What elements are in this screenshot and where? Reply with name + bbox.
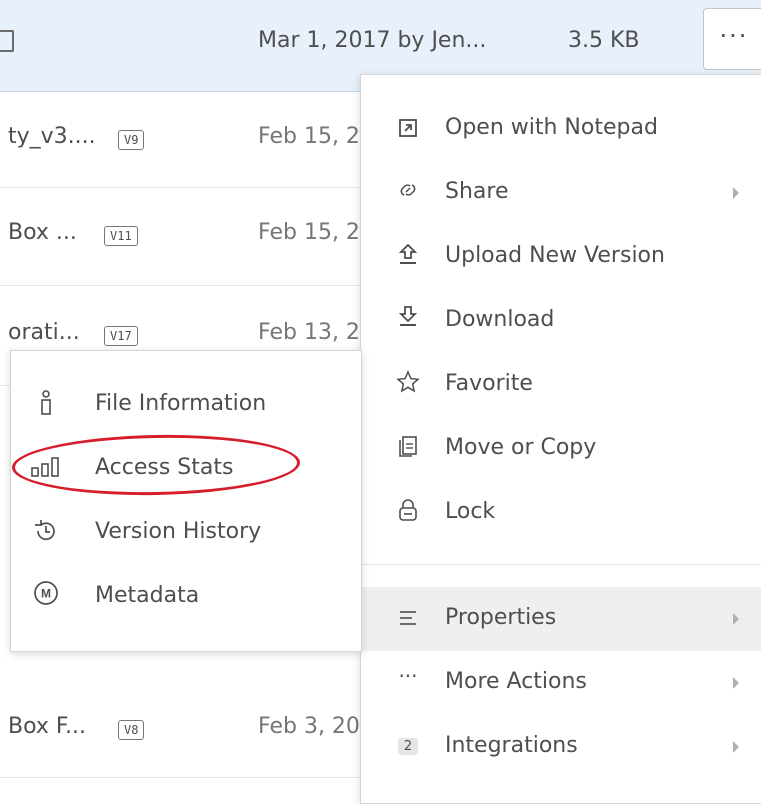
submenu-item-version-history[interactable]: Version History bbox=[11, 499, 361, 563]
menu-item-label: Upload New Version bbox=[445, 243, 665, 268]
integrations-badge: 2 bbox=[395, 733, 421, 759]
file-size: 3.5 KB bbox=[568, 28, 640, 53]
properties-submenu: File Information Access Stats Version Hi… bbox=[10, 350, 362, 652]
file-context-menu: Open with Notepad Share Upload New Versi… bbox=[360, 74, 761, 804]
svg-text:M: M bbox=[41, 587, 51, 601]
menu-item-more-actions[interactable]: ··· More Actions bbox=[361, 651, 761, 713]
properties-icon bbox=[395, 605, 421, 631]
menu-item-label: Lock bbox=[445, 499, 496, 524]
file-name[interactable]: Box F... bbox=[8, 714, 86, 739]
menu-item-move-or-copy[interactable]: Move or Copy bbox=[361, 417, 761, 479]
version-badge[interactable]: V17 bbox=[104, 326, 138, 346]
star-icon bbox=[395, 369, 421, 395]
submenu-item-label: File Information bbox=[95, 391, 267, 416]
chevron-right-icon bbox=[733, 677, 739, 689]
version-badge[interactable]: V9 bbox=[118, 130, 145, 150]
open-external-icon bbox=[395, 115, 421, 141]
menu-item-label: Share bbox=[445, 179, 509, 204]
menu-item-label: More Actions bbox=[445, 669, 587, 694]
menu-item-label: Open with Notepad bbox=[445, 115, 658, 140]
menu-item-integrations[interactable]: 2 Integrations bbox=[361, 715, 761, 777]
chevron-right-icon bbox=[733, 187, 739, 199]
file-name[interactable]: ty_v3.... bbox=[8, 124, 96, 149]
link-icon bbox=[395, 177, 421, 203]
info-icon bbox=[29, 389, 63, 417]
file-name[interactable]: Box ... bbox=[8, 220, 77, 245]
history-icon bbox=[29, 517, 63, 545]
menu-item-share[interactable]: Share bbox=[361, 161, 761, 223]
menu-item-lock[interactable]: Lock bbox=[361, 481, 761, 543]
version-badge[interactable]: V8 bbox=[118, 720, 145, 740]
file-modified: Feb 3, 20 bbox=[258, 714, 360, 739]
menu-item-label: Favorite bbox=[445, 371, 533, 396]
chevron-right-icon bbox=[733, 613, 739, 625]
menu-item-properties[interactable]: Properties bbox=[361, 587, 761, 651]
file-modified: Feb 15, 2 bbox=[258, 220, 360, 245]
menu-item-label: Integrations bbox=[445, 733, 578, 758]
menu-item-label: Download bbox=[445, 307, 555, 332]
menu-item-label: Properties bbox=[445, 605, 557, 630]
file-modified: Feb 13, 2 bbox=[258, 320, 360, 345]
download-icon bbox=[395, 303, 421, 329]
version-badge[interactable]: V11 bbox=[104, 226, 138, 246]
copy-icon bbox=[395, 433, 421, 459]
ellipsis-icon: ··· bbox=[398, 664, 418, 688]
metadata-icon: M bbox=[29, 579, 63, 607]
menu-item-upload-new-version[interactable]: Upload New Version bbox=[361, 225, 761, 287]
file-modified: Mar 1, 2017 by Jen... bbox=[258, 28, 487, 53]
menu-divider bbox=[361, 564, 761, 565]
file-name[interactable]: orati... bbox=[8, 320, 80, 345]
submenu-item-file-information[interactable]: File Information bbox=[11, 371, 361, 435]
menu-item-favorite[interactable]: Favorite bbox=[361, 353, 761, 415]
submenu-item-label: Metadata bbox=[95, 583, 200, 608]
lock-icon bbox=[395, 497, 421, 523]
more-options-button[interactable]: ··· bbox=[703, 8, 761, 70]
menu-item-label: Move or Copy bbox=[445, 435, 597, 460]
chevron-right-icon bbox=[733, 741, 739, 753]
submenu-item-metadata[interactable]: M Metadata bbox=[11, 563, 361, 627]
submenu-item-label: Version History bbox=[95, 519, 262, 544]
menu-item-download[interactable]: Download bbox=[361, 289, 761, 351]
upload-icon bbox=[395, 241, 421, 267]
menu-item-open-with-notepad[interactable]: Open with Notepad bbox=[361, 97, 761, 159]
file-icon bbox=[0, 30, 14, 52]
file-modified: Feb 15, 2 bbox=[258, 124, 360, 149]
